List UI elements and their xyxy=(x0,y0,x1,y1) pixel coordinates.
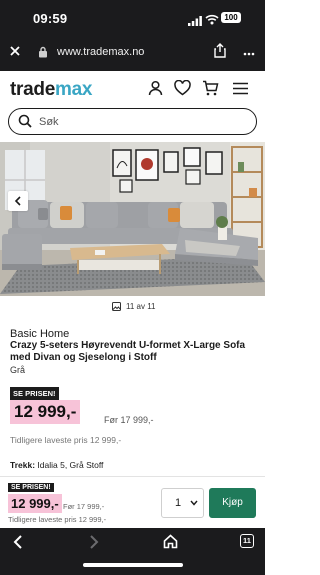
heart-icon[interactable] xyxy=(174,79,191,101)
product-brand[interactable]: Basic Home xyxy=(10,328,69,340)
quantity-value: 1 xyxy=(175,497,182,509)
sticky-before-price: Før 17 999,- xyxy=(63,502,105,511)
lowest-price-note: Tidligere laveste pris 12 999,- xyxy=(10,435,122,445)
gallery-counter[interactable]: 11 av 11 xyxy=(112,302,156,311)
product-color: Grå xyxy=(10,365,26,375)
address-bar[interactable]: www.trademax.no xyxy=(0,38,265,68)
url-text[interactable]: www.trademax.no xyxy=(57,46,144,58)
logo-text-max: max xyxy=(54,79,93,100)
site-header: trademax xyxy=(0,71,265,107)
lock-icon xyxy=(38,45,48,63)
price-badge: SE PRISEN! xyxy=(10,387,59,400)
back-icon[interactable] xyxy=(12,534,24,555)
share-icon[interactable] xyxy=(214,43,226,63)
trademax-logo[interactable]: trademax xyxy=(10,79,92,101)
buy-button[interactable]: Kjøp xyxy=(209,488,256,518)
search-icon xyxy=(18,114,32,133)
logo-text-trade: trade xyxy=(10,79,55,100)
close-icon[interactable] xyxy=(8,44,22,58)
wifi-icon xyxy=(205,12,219,30)
spec-cover[interactable]: Trekk: Idalia 5, Grå Stoff xyxy=(10,460,103,470)
home-indicator xyxy=(83,563,183,567)
sticky-price-badge: SE PRISEN! xyxy=(8,483,54,492)
sticky-buy-bar: SE PRISEN! 12 999,- Før 17 999,- Tidlige… xyxy=(0,476,265,528)
battery-icon: 100 xyxy=(221,12,241,23)
menu-icon[interactable] xyxy=(232,82,249,100)
gallery-prev-button[interactable] xyxy=(8,191,28,211)
browser-chrome: 09:59 100 www.trademax.no xyxy=(0,0,265,71)
product-image[interactable] xyxy=(0,142,265,296)
status-time: 09:59 xyxy=(33,11,68,26)
status-bar: 09:59 100 xyxy=(0,0,265,36)
sticky-lowest-price: Tidligere laveste pris 12 999,- xyxy=(8,515,107,524)
home-icon[interactable] xyxy=(163,534,178,554)
spec-label: Trekk: xyxy=(10,460,36,470)
tabs-button[interactable]: 11 xyxy=(240,534,254,548)
image-icon xyxy=(112,302,121,311)
spec-value: Idalia 5, Grå Stoff xyxy=(37,460,104,470)
chevron-left-icon xyxy=(14,196,21,206)
user-icon[interactable] xyxy=(148,80,163,101)
search-input[interactable] xyxy=(39,113,239,130)
gallery-counter-text: 11 av 11 xyxy=(126,302,156,311)
forward-icon[interactable] xyxy=(88,534,100,555)
chevron-down-icon xyxy=(190,500,198,506)
before-price: Før 17 999,- xyxy=(104,415,154,425)
signal-icon xyxy=(188,13,202,31)
search-bar[interactable] xyxy=(8,108,257,135)
sofa-photo xyxy=(0,142,265,296)
more-icon[interactable] xyxy=(243,50,255,56)
cart-icon[interactable] xyxy=(202,80,219,101)
product-price: 12 999,- xyxy=(10,400,81,424)
quantity-select[interactable]: 1 xyxy=(161,488,204,518)
browser-toolbar: 11 xyxy=(0,528,265,575)
sticky-price: 12 999,- xyxy=(8,494,62,513)
product-title: Crazy 5-seters Høyrevendt U-formet X-Lar… xyxy=(10,340,246,363)
